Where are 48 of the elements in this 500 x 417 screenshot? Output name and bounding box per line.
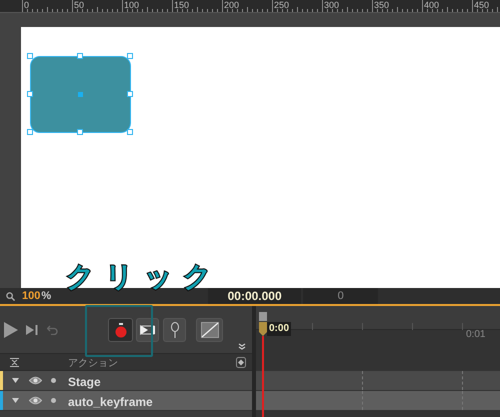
timecode-field[interactable]: 00:00.000 xyxy=(208,288,302,304)
frame-field[interactable]: 0 xyxy=(303,288,378,304)
marker-button[interactable] xyxy=(163,318,186,342)
eye-icon[interactable] xyxy=(29,396,42,405)
expand-triangle-icon[interactable] xyxy=(12,398,19,403)
zoom-value[interactable]: 100 xyxy=(22,288,40,304)
layer-name: Stage xyxy=(68,374,101,391)
resize-handle[interactable] xyxy=(27,129,33,135)
resize-handle[interactable] xyxy=(77,129,83,135)
ruler-label: 0 xyxy=(24,0,30,10)
time-label: 0:01 xyxy=(466,328,486,342)
stopwatch-icon xyxy=(114,322,128,338)
ruler-label: 100 xyxy=(124,0,140,10)
playhead-time: 0:00 xyxy=(267,322,292,336)
zoom-unit: % xyxy=(41,288,52,304)
step-forward-icon[interactable] xyxy=(26,325,38,335)
ruler-label: 400 xyxy=(424,0,440,10)
keyframe-icon xyxy=(140,325,156,335)
keyframe-button[interactable] xyxy=(136,318,159,342)
resize-handle[interactable] xyxy=(77,53,83,59)
play-icon[interactable] xyxy=(4,322,18,338)
highlight-frame xyxy=(85,305,153,357)
ruler-label: 150 xyxy=(174,0,190,10)
layer-row[interactable]: Stage xyxy=(0,371,252,391)
eye-icon[interactable] xyxy=(29,376,42,385)
resize-handle[interactable] xyxy=(27,53,33,59)
column-header: アクション xyxy=(68,357,118,371)
search-icon[interactable] xyxy=(6,292,15,300)
resize-handle[interactable] xyxy=(127,129,133,135)
resize-handle[interactable] xyxy=(127,53,133,59)
layer-row[interactable]: auto_keyframe xyxy=(0,391,252,411)
resize-handle[interactable] xyxy=(127,91,133,97)
ruler-label: 200 xyxy=(224,0,240,10)
ruler-label: 300 xyxy=(324,0,340,10)
layer-name: auto_keyframe xyxy=(68,394,153,411)
expand-triangle-icon[interactable] xyxy=(12,378,19,383)
collapse-icon[interactable] xyxy=(10,358,19,367)
chevron-down-icon[interactable] xyxy=(238,343,246,350)
pin-icon xyxy=(170,322,178,338)
playhead-handle[interactable] xyxy=(259,312,267,336)
keyframe-target-icon[interactable] xyxy=(236,357,246,368)
easing-button[interactable] xyxy=(196,318,223,342)
ruler-label: 250 xyxy=(274,0,290,10)
ruler-label: 450 xyxy=(474,0,490,10)
ruler-label: 50 xyxy=(74,0,84,10)
resize-handle[interactable] xyxy=(27,91,33,97)
easing-curve-icon xyxy=(200,322,218,338)
ruler-label: 350 xyxy=(374,0,390,10)
